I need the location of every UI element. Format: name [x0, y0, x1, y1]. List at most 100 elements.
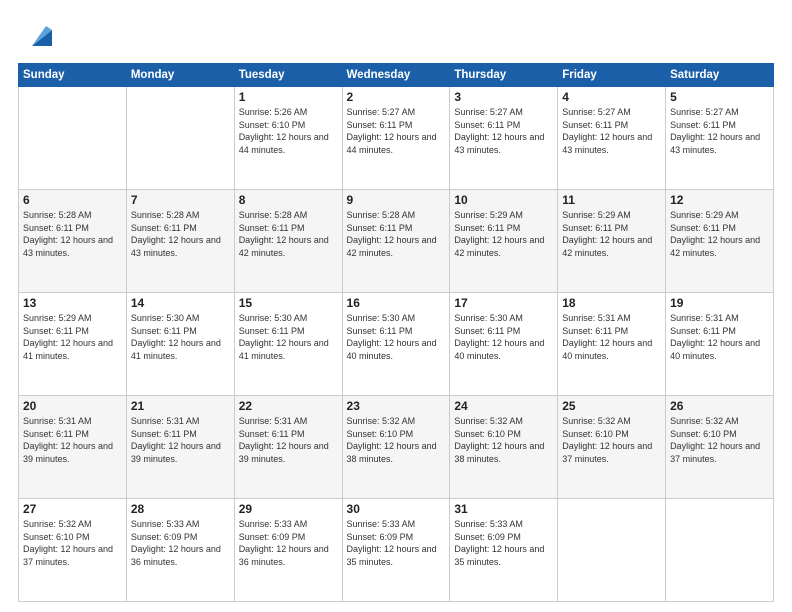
day-number: 11: [562, 193, 661, 207]
calendar-cell: 27 Sunrise: 5:32 AMSunset: 6:10 PMDayligh…: [19, 499, 127, 602]
day-info: Sunrise: 5:28 AMSunset: 6:11 PMDaylight:…: [131, 209, 230, 259]
day-header-saturday: Saturday: [666, 64, 774, 87]
day-number: 9: [347, 193, 446, 207]
calendar-cell: 7 Sunrise: 5:28 AMSunset: 6:11 PMDaylight…: [126, 190, 234, 293]
calendar-cell: 1 Sunrise: 5:26 AMSunset: 6:10 PMDaylight…: [234, 87, 342, 190]
day-info: Sunrise: 5:33 AMSunset: 6:09 PMDaylight:…: [347, 518, 446, 568]
day-info: Sunrise: 5:33 AMSunset: 6:09 PMDaylight:…: [239, 518, 338, 568]
header: [18, 18, 774, 55]
calendar-cell: 11 Sunrise: 5:29 AMSunset: 6:11 PMDayligh…: [558, 190, 666, 293]
day-number: 22: [239, 399, 338, 413]
calendar-week-row: 13 Sunrise: 5:29 AMSunset: 6:11 PMDayligh…: [19, 293, 774, 396]
calendar-cell: 14 Sunrise: 5:30 AMSunset: 6:11 PMDayligh…: [126, 293, 234, 396]
day-info: Sunrise: 5:33 AMSunset: 6:09 PMDaylight:…: [454, 518, 553, 568]
day-info: Sunrise: 5:32 AMSunset: 6:10 PMDaylight:…: [347, 415, 446, 465]
day-number: 6: [23, 193, 122, 207]
day-info: Sunrise: 5:29 AMSunset: 6:11 PMDaylight:…: [23, 312, 122, 362]
day-info: Sunrise: 5:30 AMSunset: 6:11 PMDaylight:…: [131, 312, 230, 362]
day-number: 27: [23, 502, 122, 516]
calendar-week-row: 6 Sunrise: 5:28 AMSunset: 6:11 PMDaylight…: [19, 190, 774, 293]
day-info: Sunrise: 5:32 AMSunset: 6:10 PMDaylight:…: [23, 518, 122, 568]
day-number: 30: [347, 502, 446, 516]
day-number: 29: [239, 502, 338, 516]
day-info: Sunrise: 5:28 AMSunset: 6:11 PMDaylight:…: [347, 209, 446, 259]
day-info: Sunrise: 5:27 AMSunset: 6:11 PMDaylight:…: [562, 106, 661, 156]
day-info: Sunrise: 5:31 AMSunset: 6:11 PMDaylight:…: [562, 312, 661, 362]
day-header-friday: Friday: [558, 64, 666, 87]
day-number: 28: [131, 502, 230, 516]
day-info: Sunrise: 5:30 AMSunset: 6:11 PMDaylight:…: [347, 312, 446, 362]
day-number: 18: [562, 296, 661, 310]
calendar-header-row: SundayMondayTuesdayWednesdayThursdayFrid…: [19, 64, 774, 87]
day-number: 26: [670, 399, 769, 413]
day-info: Sunrise: 5:31 AMSunset: 6:11 PMDaylight:…: [670, 312, 769, 362]
day-header-wednesday: Wednesday: [342, 64, 450, 87]
calendar-cell: 8 Sunrise: 5:28 AMSunset: 6:11 PMDaylight…: [234, 190, 342, 293]
day-number: 4: [562, 90, 661, 104]
day-info: Sunrise: 5:26 AMSunset: 6:10 PMDaylight:…: [239, 106, 338, 156]
day-info: Sunrise: 5:33 AMSunset: 6:09 PMDaylight:…: [131, 518, 230, 568]
calendar-cell: 2 Sunrise: 5:27 AMSunset: 6:11 PMDaylight…: [342, 87, 450, 190]
calendar-week-row: 1 Sunrise: 5:26 AMSunset: 6:10 PMDaylight…: [19, 87, 774, 190]
logo: [18, 18, 56, 55]
calendar-cell: 17 Sunrise: 5:30 AMSunset: 6:11 PMDayligh…: [450, 293, 558, 396]
day-info: Sunrise: 5:27 AMSunset: 6:11 PMDaylight:…: [347, 106, 446, 156]
day-number: 2: [347, 90, 446, 104]
day-info: Sunrise: 5:32 AMSunset: 6:10 PMDaylight:…: [670, 415, 769, 465]
day-number: 17: [454, 296, 553, 310]
day-number: 24: [454, 399, 553, 413]
day-number: 25: [562, 399, 661, 413]
day-number: 10: [454, 193, 553, 207]
day-info: Sunrise: 5:31 AMSunset: 6:11 PMDaylight:…: [131, 415, 230, 465]
day-number: 20: [23, 399, 122, 413]
day-info: Sunrise: 5:31 AMSunset: 6:11 PMDaylight:…: [239, 415, 338, 465]
day-info: Sunrise: 5:28 AMSunset: 6:11 PMDaylight:…: [23, 209, 122, 259]
logo-icon: [24, 18, 56, 55]
day-header-tuesday: Tuesday: [234, 64, 342, 87]
calendar-cell: [19, 87, 127, 190]
day-info: Sunrise: 5:31 AMSunset: 6:11 PMDaylight:…: [23, 415, 122, 465]
day-info: Sunrise: 5:32 AMSunset: 6:10 PMDaylight:…: [562, 415, 661, 465]
calendar-cell: 6 Sunrise: 5:28 AMSunset: 6:11 PMDaylight…: [19, 190, 127, 293]
day-info: Sunrise: 5:30 AMSunset: 6:11 PMDaylight:…: [454, 312, 553, 362]
day-header-monday: Monday: [126, 64, 234, 87]
calendar-cell: 5 Sunrise: 5:27 AMSunset: 6:11 PMDaylight…: [666, 87, 774, 190]
day-number: 7: [131, 193, 230, 207]
calendar-week-row: 20 Sunrise: 5:31 AMSunset: 6:11 PMDayligh…: [19, 396, 774, 499]
calendar-cell: 16 Sunrise: 5:30 AMSunset: 6:11 PMDayligh…: [342, 293, 450, 396]
calendar-cell: 28 Sunrise: 5:33 AMSunset: 6:09 PMDayligh…: [126, 499, 234, 602]
calendar-cell: 4 Sunrise: 5:27 AMSunset: 6:11 PMDaylight…: [558, 87, 666, 190]
day-header-thursday: Thursday: [450, 64, 558, 87]
day-number: 19: [670, 296, 769, 310]
calendar-cell: 29 Sunrise: 5:33 AMSunset: 6:09 PMDayligh…: [234, 499, 342, 602]
day-info: Sunrise: 5:29 AMSunset: 6:11 PMDaylight:…: [562, 209, 661, 259]
calendar-cell: 23 Sunrise: 5:32 AMSunset: 6:10 PMDayligh…: [342, 396, 450, 499]
calendar-week-row: 27 Sunrise: 5:32 AMSunset: 6:10 PMDayligh…: [19, 499, 774, 602]
day-number: 5: [670, 90, 769, 104]
calendar-cell: [558, 499, 666, 602]
day-info: Sunrise: 5:27 AMSunset: 6:11 PMDaylight:…: [454, 106, 553, 156]
calendar-cell: 10Sunrise: 5:29 AMSunset: 6:11 PMDayligh…: [450, 190, 558, 293]
calendar-cell: 19 Sunrise: 5:31 AMSunset: 6:11 PMDayligh…: [666, 293, 774, 396]
day-number: 14: [131, 296, 230, 310]
page: SundayMondayTuesdayWednesdayThursdayFrid…: [0, 0, 792, 612]
calendar-cell: [666, 499, 774, 602]
day-number: 3: [454, 90, 553, 104]
calendar-cell: 18 Sunrise: 5:31 AMSunset: 6:11 PMDayligh…: [558, 293, 666, 396]
day-number: 23: [347, 399, 446, 413]
calendar-cell: 13 Sunrise: 5:29 AMSunset: 6:11 PMDayligh…: [19, 293, 127, 396]
calendar-cell: 31Sunrise: 5:33 AMSunset: 6:09 PMDayligh…: [450, 499, 558, 602]
day-number: 16: [347, 296, 446, 310]
day-number: 13: [23, 296, 122, 310]
calendar-cell: 20 Sunrise: 5:31 AMSunset: 6:11 PMDayligh…: [19, 396, 127, 499]
calendar-cell: 24 Sunrise: 5:32 AMSunset: 6:10 PMDayligh…: [450, 396, 558, 499]
day-info: Sunrise: 5:29 AMSunset: 6:11 PMDaylight:…: [670, 209, 769, 259]
day-number: 12: [670, 193, 769, 207]
day-number: 1: [239, 90, 338, 104]
calendar-cell: 22 Sunrise: 5:31 AMSunset: 6:11 PMDayligh…: [234, 396, 342, 499]
day-info: Sunrise: 5:32 AMSunset: 6:10 PMDaylight:…: [454, 415, 553, 465]
day-info: Sunrise: 5:28 AMSunset: 6:11 PMDaylight:…: [239, 209, 338, 259]
day-info: Sunrise: 5:27 AMSunset: 6:11 PMDaylight:…: [670, 106, 769, 156]
day-number: 8: [239, 193, 338, 207]
calendar-cell: [126, 87, 234, 190]
